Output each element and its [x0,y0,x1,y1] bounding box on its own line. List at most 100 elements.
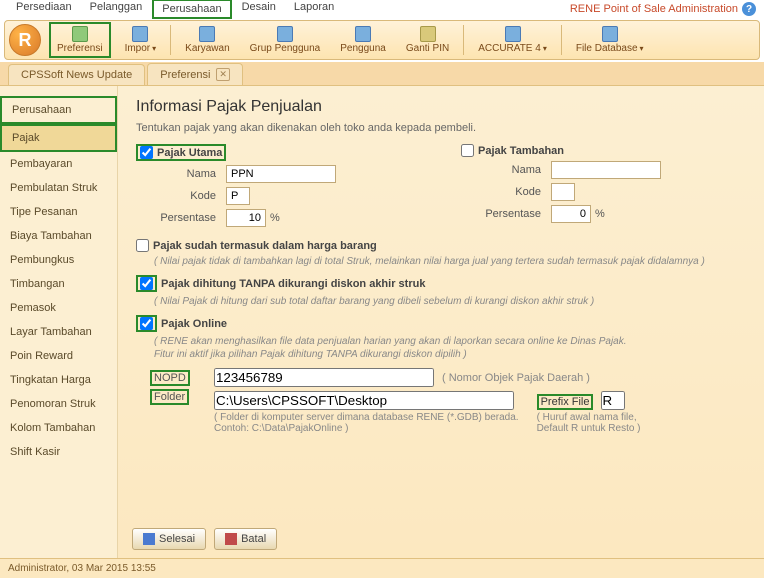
sidebar-item-pembungkus[interactable]: Pembungkus [0,248,117,272]
user-icon [355,26,371,42]
page-description: Tentukan pajak yang akan dikenakan oleh … [136,122,746,134]
menu-perusahaan[interactable]: Perusahaan [152,0,231,19]
chevron-down-icon: ▾ [152,44,156,53]
pct-unit-tambahan: % [595,208,605,220]
user-group-icon [277,26,293,42]
app-logo-icon[interactable]: R [9,24,41,56]
sidebar: Perusahaan Pajak Pembayaran Pembulatan S… [0,86,118,558]
database-icon [602,26,618,42]
label-kode-tambahan: Kode [461,186,551,198]
label-sudah-termasuk: Pajak sudah termasuk dalam harga barang [153,240,377,252]
menu-desain[interactable]: Desain [234,0,284,19]
ribbon-toolbar: R Preferensi Impor▾ Karyawan Grup Penggu… [4,20,760,60]
save-button[interactable]: Selesai [132,528,206,550]
employee-icon [199,26,215,42]
accurate-icon [505,26,521,42]
tab-preferensi[interactable]: Preferensi✕ [147,63,243,85]
main-area: Perusahaan Pajak Pembayaran Pembulatan S… [0,86,764,558]
menu-pelanggan[interactable]: Pelanggan [82,0,151,19]
sidebar-item-perusahaan[interactable]: Perusahaan [0,96,117,124]
cancel-icon [225,533,237,545]
tab-strip: CPSSoft News Update Preferensi✕ [0,62,764,86]
preferences-icon [72,26,88,42]
input-kode-tambahan[interactable] [551,183,575,201]
ribbon-impor[interactable]: Impor▾ [119,24,163,56]
ribbon-preferensi[interactable]: Preferensi [49,22,111,58]
page-title: Informasi Pajak Penjualan [136,98,746,116]
label-tanpa-diskon: Pajak dihitung TANPA dikurangi diskon ak… [161,278,425,290]
sidebar-item-kolom-tambahan[interactable]: Kolom Tambahan [0,416,117,440]
note-prefix-1: ( Huruf awal nama file, [537,412,641,423]
note-folder-2: Contoh: C:\Data\PajakOnline ) [214,423,519,434]
note-tanpa-diskon: ( Nilai Pajak di hitung dari sub total d… [154,296,746,307]
checkbox-pajak-utama[interactable] [140,146,153,159]
checkbox-pajak-tambahan[interactable] [461,144,474,157]
chevron-down-icon: ▾ [640,44,644,53]
sidebar-item-pemasok[interactable]: Pemasok [0,296,117,320]
label-nama-tambahan: Nama [461,164,551,176]
note-prefix-2: Default R untuk Resto ) [537,423,641,434]
menu-persediaan[interactable]: Persediaan [8,0,80,19]
sidebar-item-penomoran-struk[interactable]: Penomoran Struk [0,392,117,416]
input-nama-tambahan[interactable] [551,161,661,179]
input-prefix[interactable] [601,391,625,410]
pct-unit-utama: % [270,212,280,224]
label-pajak-tambahan: Pajak Tambahan [478,145,564,157]
input-nopd[interactable] [214,368,434,387]
checkbox-tanpa-diskon[interactable] [140,277,153,290]
note-pajak-online-1: ( RENE akan menghasilkan file data penju… [154,336,746,347]
label-nama-utama: Nama [136,168,226,180]
hint-nopd: ( Nomor Objek Pajak Daerah ) [442,372,590,384]
label-folder: Folder [150,389,189,405]
status-bar: Administrator, 03 Mar 2015 13:55 [0,558,764,578]
status-text: Administrator, 03 Mar 2015 13:55 [8,563,156,574]
ribbon-grup-pengguna[interactable]: Grup Pengguna [244,24,327,56]
separator [170,25,171,55]
note-folder-1: ( Folder di komputer server dimana datab… [214,412,519,423]
sidebar-item-pajak[interactable]: Pajak [0,124,117,152]
note-sudah-termasuk: ( Nilai pajak tidak di tambahkan lagi di… [154,256,746,267]
sidebar-item-pembayaran[interactable]: Pembayaran [0,152,117,176]
app-title: RENE Point of Sale Administration ? [570,2,756,16]
ribbon-karyawan[interactable]: Karyawan [179,24,235,56]
ribbon-ganti-pin[interactable]: Ganti PIN [400,24,455,56]
label-pct-utama: Persentase [136,212,226,224]
cancel-button[interactable]: Batal [214,528,277,550]
sidebar-item-tingkatan-harga[interactable]: Tingkatan Harga [0,368,117,392]
label-nopd: NOPD [150,370,190,386]
content-panel: Informasi Pajak Penjualan Tentukan pajak… [118,86,764,558]
input-nama-utama[interactable] [226,165,336,183]
ribbon-pengguna[interactable]: Pengguna [334,24,392,56]
menu-bar: Persediaan Pelanggan Perusahaan Desain L… [0,0,764,18]
help-icon[interactable]: ? [742,2,756,16]
input-pct-utama[interactable] [226,209,266,227]
checkbox-pajak-online[interactable] [140,317,153,330]
label-pct-tambahan: Persentase [461,208,551,220]
sidebar-item-poin-reward[interactable]: Poin Reward [0,344,117,368]
save-icon [143,533,155,545]
separator [561,25,562,55]
ribbon-file-database[interactable]: File Database▾ [570,24,650,56]
ribbon-accurate[interactable]: ACCURATE 4▾ [472,24,553,56]
checkbox-sudah-termasuk[interactable] [136,239,149,252]
label-prefix: Prefix File [537,394,594,410]
label-pajak-online: Pajak Online [161,318,227,330]
separator [463,25,464,55]
close-icon[interactable]: ✕ [216,68,230,81]
chevron-down-icon: ▾ [543,44,547,53]
sidebar-item-layar-tambahan[interactable]: Layar Tambahan [0,320,117,344]
key-icon [420,26,436,42]
input-kode-utama[interactable] [226,187,250,205]
input-pct-tambahan[interactable] [551,205,591,223]
menu-laporan[interactable]: Laporan [286,0,342,19]
input-folder[interactable] [214,391,514,410]
sidebar-item-pembulatan[interactable]: Pembulatan Struk [0,176,117,200]
sidebar-item-timbangan[interactable]: Timbangan [0,272,117,296]
label-kode-utama: Kode [136,190,226,202]
tab-news[interactable]: CPSSoft News Update [8,64,145,85]
sidebar-item-shift-kasir[interactable]: Shift Kasir [0,440,117,464]
sidebar-item-biaya-tambahan[interactable]: Biaya Tambahan [0,224,117,248]
sidebar-item-tipe-pesanan[interactable]: Tipe Pesanan [0,200,117,224]
import-icon [132,26,148,42]
label-pajak-utama: Pajak Utama [157,147,222,159]
